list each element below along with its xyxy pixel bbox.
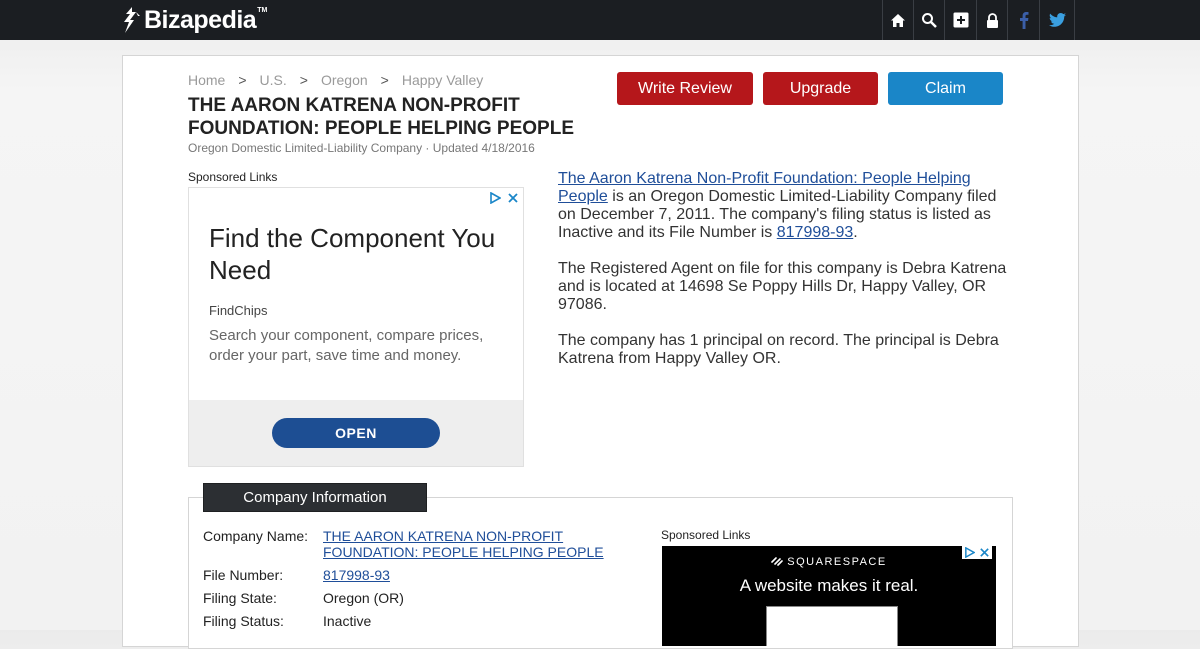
ad-content-area: Find the Component You Need FindChips Se…: [189, 188, 523, 400]
ad-choices[interactable]: [489, 192, 519, 204]
ad-choices-play-icon[interactable]: [489, 192, 501, 204]
info-value: Oregon (OR): [323, 590, 404, 606]
ad-body-text: Search your component, compare prices, o…: [209, 327, 484, 364]
ad-advertiser-name: SQUARESPACE: [787, 556, 887, 568]
search-icon[interactable]: [913, 0, 944, 40]
breadcrumb: Home > U.S. > Oregon > Happy Valley: [188, 72, 483, 88]
close-icon[interactable]: [507, 192, 519, 204]
sponsored-ad-findchips[interactable]: Find the Component You Need FindChips Se…: [188, 187, 524, 467]
home-icon[interactable]: [882, 0, 913, 40]
breadcrumb-separator: >: [380, 72, 389, 88]
facebook-icon[interactable]: [1007, 0, 1039, 40]
description-paragraph-filing: The Aaron Katrena Non-Profit Foundation:…: [558, 170, 1018, 242]
sponsored-ad-squarespace[interactable]: SQUARESPACE A website makes it real.: [662, 546, 996, 646]
info-row-filing-status: Filing Status: Inactive: [203, 613, 623, 629]
breadcrumb-happy-valley[interactable]: Happy Valley: [402, 72, 483, 88]
info-label: File Number:: [203, 567, 284, 583]
breadcrumb-home[interactable]: Home: [188, 72, 225, 88]
ad-advertiser: SQUARESPACE: [662, 556, 996, 568]
bizapedia-logo[interactable]: Bizapedia TM: [122, 4, 267, 36]
info-value: THE AARON KATRENA NON-PROFIT FOUNDATION:…: [323, 528, 623, 560]
breadcrumb-separator: >: [299, 72, 308, 88]
sponsored-links-label: Sponsored Links: [188, 170, 278, 184]
file-number-value-link[interactable]: 817998-93: [323, 567, 390, 583]
file-number-link[interactable]: 817998-93: [777, 224, 854, 241]
twitter-icon[interactable]: [1039, 0, 1075, 40]
description-period: .: [853, 224, 858, 241]
info-row-filing-state: Filing State: Oregon (OR): [203, 590, 623, 606]
upgrade-button[interactable]: Upgrade: [763, 72, 878, 105]
info-label: Filing State:: [203, 590, 277, 606]
logo-mark-icon: [124, 7, 140, 33]
ad-open-button[interactable]: OPEN: [272, 418, 440, 448]
info-label: Company Name:: [203, 528, 309, 544]
description-paragraph-principal: The company has 1 principal on record. T…: [558, 332, 999, 367]
logo-trademark: TM: [257, 6, 268, 14]
ad-advertiser: FindChips: [209, 303, 268, 318]
sponsored-links-label: Sponsored Links: [661, 528, 751, 542]
description-paragraph-agent: The Registered Agent on file for this co…: [558, 260, 1007, 313]
company-name-value-link[interactable]: THE AARON KATRENA NON-PROFIT FOUNDATION:…: [323, 528, 604, 560]
squarespace-logo-icon: [771, 557, 784, 566]
logo-text: Bizapedia: [144, 5, 257, 34]
company-information-tab: Company Information: [203, 483, 427, 512]
info-row-file-number: File Number: 817998-93: [203, 567, 623, 583]
breadcrumb-oregon[interactable]: Oregon: [321, 72, 368, 88]
breadcrumb-us[interactable]: U.S.: [260, 72, 287, 88]
write-review-button[interactable]: Write Review: [617, 72, 753, 105]
ad-headline[interactable]: Find the Component You Need: [209, 222, 499, 286]
header-icon-bar: [882, 0, 1075, 40]
ad-cta-area: OPEN: [189, 400, 523, 466]
lock-icon[interactable]: [976, 0, 1007, 40]
claim-button[interactable]: Claim: [888, 72, 1003, 105]
breadcrumb-separator: >: [238, 72, 247, 88]
info-label: Filing Status:: [203, 613, 284, 629]
page-title: THE AARON KATRENA NON-PROFIT FOUNDATION:…: [188, 95, 575, 139]
info-value: Inactive: [323, 613, 372, 629]
top-navigation-bar: Bizapedia TM: [0, 0, 1200, 40]
company-description: The Aaron Katrena Non-Profit Foundation:…: [558, 170, 1018, 386]
info-value: 817998-93: [323, 567, 623, 583]
info-row-company-name: Company Name: THE AARON KATRENA NON-PROF…: [203, 528, 623, 560]
page-subtitle: Oregon Domestic Limited-Liability Compan…: [188, 141, 535, 155]
ad-headline[interactable]: A website makes it real.: [662, 576, 996, 596]
ad-website-preview-image: [766, 606, 898, 646]
add-icon[interactable]: [944, 0, 976, 40]
